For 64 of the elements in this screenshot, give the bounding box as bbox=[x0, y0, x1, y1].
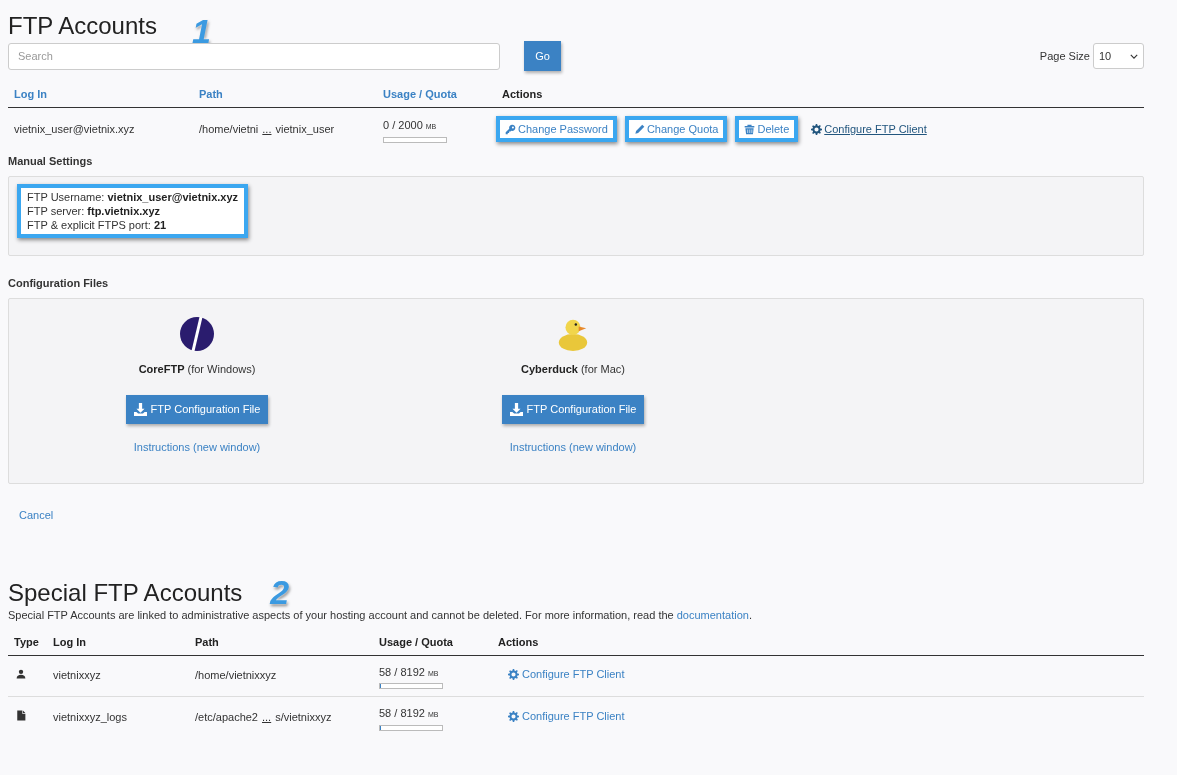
login-text: vietnixxyz_logs bbox=[53, 710, 127, 723]
go-button[interactable]: Go bbox=[524, 41, 561, 71]
configure-link[interactable]: Configure FTP Client bbox=[508, 707, 625, 725]
column-header: Actions bbox=[498, 635, 539, 648]
action-link[interactable]: Configure FTP Client bbox=[806, 116, 932, 142]
path-text: /home/vietnixxyz bbox=[195, 668, 277, 684]
cancel-link[interactable]: Cancel bbox=[19, 509, 54, 521]
key-icon bbox=[505, 123, 516, 135]
search-field[interactable]: Search bbox=[8, 42, 500, 70]
path-text: vietnix_user bbox=[275, 121, 335, 137]
path-text: /etc/apache2 bbox=[195, 709, 258, 725]
setting-line: FTP server: ftp.vietnix.xyz bbox=[27, 203, 162, 218]
settings-icon bbox=[508, 710, 519, 722]
annotation-number: 2 bbox=[270, 575, 290, 609]
user-icon bbox=[16, 669, 26, 680]
usage-text: 58 / 8192 bbox=[379, 706, 425, 722]
page-title: FTP Accounts bbox=[8, 14, 157, 40]
path-ellipsis[interactable]: ... bbox=[262, 708, 272, 726]
settings-icon bbox=[811, 123, 823, 135]
column-header: Usage / Quota bbox=[379, 635, 453, 648]
column-header: Path bbox=[195, 635, 219, 648]
column-header[interactable]: Usage / Quota bbox=[383, 88, 457, 101]
section-title: Configuration Files bbox=[8, 275, 110, 291]
column-header[interactable]: Log In bbox=[14, 88, 47, 101]
action-link[interactable]: Change Password bbox=[496, 116, 617, 142]
path-text: s/vietnixxyz bbox=[275, 709, 332, 725]
usage-text: 0 / 2000 bbox=[383, 118, 423, 134]
column-header[interactable]: Path bbox=[199, 88, 223, 101]
caret-icon bbox=[1130, 53, 1138, 59]
instructions-link[interactable]: Instructions (new window) bbox=[509, 438, 637, 455]
usage-text: 58 / 8192 bbox=[379, 664, 425, 680]
column-header: Actions bbox=[502, 88, 543, 101]
column-header: Log In bbox=[53, 635, 86, 648]
documentation-link[interactable]: documentation bbox=[676, 609, 749, 621]
action-link[interactable]: Change Quota bbox=[624, 116, 728, 142]
section-title: Manual Settings bbox=[8, 154, 94, 169]
download-button[interactable]: FTP Configuration File bbox=[501, 394, 645, 424]
path-ellipsis[interactable]: ... bbox=[262, 120, 272, 138]
trash-icon bbox=[744, 123, 756, 135]
path-text: /home/vietni bbox=[199, 121, 259, 137]
client-name: Cyberduck (for Mac) bbox=[521, 362, 625, 377]
action-link[interactable]: Delete bbox=[735, 116, 799, 142]
settings-icon bbox=[508, 669, 519, 681]
disc-logo-icon bbox=[179, 315, 215, 353]
pencil-icon bbox=[633, 123, 645, 135]
description-text: Special FTP Accounts are linked to administrative aspects of your hosting account and cannot be deleted. For more information, read the documentation. bbox=[8, 608, 753, 623]
instructions-link[interactable]: Instructions (new window) bbox=[133, 438, 261, 455]
usage-bar bbox=[379, 724, 443, 731]
client-name: CoreFTP (for Windows) bbox=[138, 362, 256, 377]
section-heading: Special FTP Accounts bbox=[8, 581, 243, 605]
setting-line: FTP & explicit FTPS port: 21 bbox=[27, 217, 168, 232]
download-button[interactable]: FTP Configuration File bbox=[125, 394, 269, 424]
setting-line: FTP Username: vietnix_user@vietnix.xyz bbox=[27, 189, 239, 204]
configure-link[interactable]: Configure FTP Client bbox=[508, 666, 625, 683]
usage-bar bbox=[379, 683, 443, 690]
file-icon bbox=[16, 709, 26, 721]
login-text: vietnix_user@vietnix.xyz bbox=[14, 122, 135, 135]
page-size-value: 10 bbox=[1099, 48, 1112, 64]
page-size-label: Page Size bbox=[1039, 48, 1090, 64]
login-text: vietnixxyz bbox=[53, 669, 101, 682]
download-icon bbox=[509, 402, 523, 416]
column-header: Type bbox=[14, 635, 39, 648]
page-size-select[interactable]: 10 bbox=[1093, 43, 1144, 69]
download-icon bbox=[133, 402, 147, 416]
